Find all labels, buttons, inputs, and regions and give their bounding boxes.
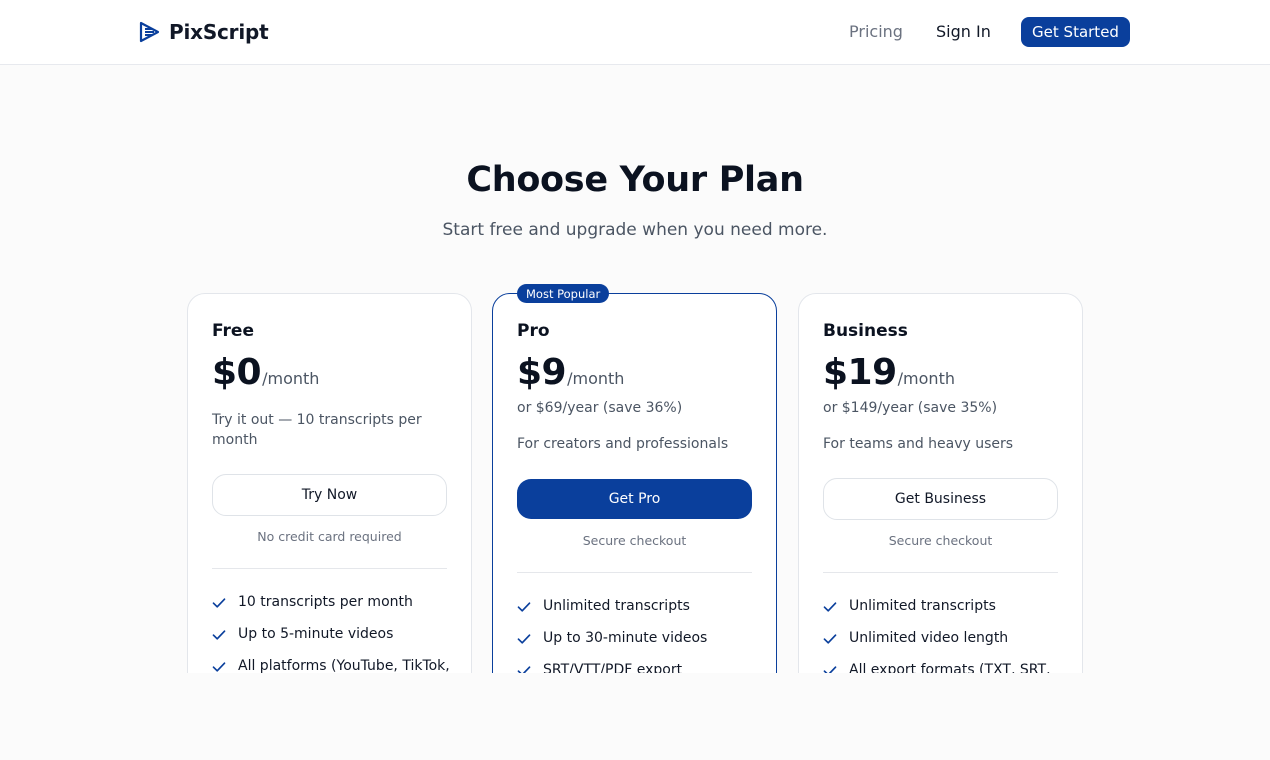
check-icon — [823, 634, 837, 644]
feature-text: Up to 30-minute videos — [543, 630, 708, 646]
feature-text: 10 transcripts per month — [238, 594, 413, 610]
check-icon — [823, 602, 837, 612]
feature-item: SRT/VTT/PDF export — [517, 662, 757, 673]
check-icon — [823, 666, 837, 673]
price-row: $0 /month — [212, 352, 319, 393]
feature-text: Unlimited transcripts — [849, 598, 996, 614]
feature-item: Up to 5-minute videos — [212, 626, 452, 658]
price-row: $9 /month — [517, 352, 624, 393]
plan-note: Secure checkout — [582, 533, 687, 548]
plan-note: No credit card required — [257, 529, 402, 544]
price-period: /month — [567, 369, 625, 388]
check-icon — [517, 666, 531, 673]
plan-description: For teams and heavy users — [823, 436, 1014, 452]
feature-item: Unlimited video length — [823, 630, 1063, 662]
feature-item: All export formats (TXT, SRT, — [823, 662, 1063, 673]
check-icon — [212, 630, 226, 640]
feature-text: All platforms (YouTube, TikTok, — [238, 658, 450, 673]
feature-text: Unlimited video length — [849, 630, 1009, 646]
feature-text: Unlimited transcripts — [543, 598, 690, 614]
plan-card-pro: Most Popular Pro $9 /month or $69/year (… — [492, 284, 777, 673]
check-icon — [517, 634, 531, 644]
plan-name: Business — [823, 321, 908, 341]
feature-text: All export formats (TXT, SRT, — [849, 662, 1051, 673]
plan-price: $0 — [212, 352, 262, 393]
get-business-button[interactable]: Get Business — [823, 478, 1058, 520]
check-icon — [212, 598, 226, 608]
feature-text: SRT/VTT/PDF export — [543, 662, 683, 673]
most-popular-badge: Most Popular — [517, 284, 610, 303]
plan-price: $19 — [823, 352, 897, 393]
feature-item: 10 transcripts per month — [212, 594, 452, 626]
price-row: $19 /month — [823, 352, 955, 393]
price-period: /month — [262, 369, 320, 388]
get-pro-button[interactable]: Get Pro — [517, 479, 752, 519]
check-icon — [517, 602, 531, 612]
feature-item: Unlimited transcripts — [517, 598, 757, 630]
divider — [823, 572, 1058, 573]
check-icon — [212, 662, 226, 672]
feature-item: Up to 30-minute videos — [517, 630, 757, 662]
feature-item: All platforms (YouTube, TikTok, — [212, 658, 452, 673]
feature-list: 10 transcripts per month Up to 5-minute … — [212, 594, 452, 673]
feature-item: Unlimited transcripts — [823, 598, 1063, 630]
yearly-price: or $69/year (save 36%) — [517, 400, 683, 416]
divider — [212, 568, 447, 569]
plan-description: For creators and professionals — [517, 436, 729, 452]
plan-description: Try it out — 10 transcripts per month — [212, 412, 422, 448]
plan-note: Secure checkout — [888, 533, 993, 548]
plan-name: Free — [212, 321, 254, 341]
feature-text: Up to 5-minute videos — [238, 626, 394, 642]
feature-list: Unlimited transcripts Up to 30-minute vi… — [517, 598, 757, 673]
try-now-button[interactable]: Try Now — [212, 474, 447, 516]
yearly-price: or $149/year (save 35%) — [823, 400, 998, 416]
feature-list: Unlimited transcripts Unlimited video le… — [823, 598, 1063, 673]
pricing-cards-viewport: Free $0 /month Try it out — 10 transcrip… — [0, 0, 1270, 673]
plan-price: $9 — [517, 352, 567, 393]
price-period: /month — [897, 369, 955, 388]
plan-card-free: Free $0 /month Try it out — 10 transcrip… — [187, 293, 472, 673]
plan-name: Pro — [517, 321, 550, 341]
divider — [517, 572, 752, 573]
plan-card-business: Business $19 /month or $149/year (save 3… — [798, 293, 1083, 673]
